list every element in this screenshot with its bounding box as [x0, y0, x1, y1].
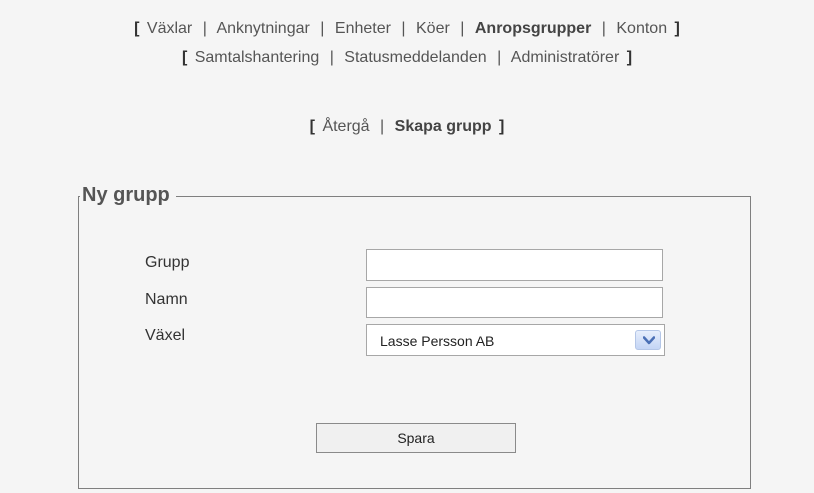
nav-separator: | — [202, 20, 207, 37]
nav-link-samtalshantering[interactable]: Samtalshantering — [195, 49, 320, 66]
subnav-close-bracket: ] — [499, 118, 505, 135]
grupp-input[interactable] — [366, 249, 663, 281]
vaxel-select-value: Lasse Persson AB — [380, 333, 495, 349]
save-button[interactable]: Spara — [316, 423, 516, 453]
nav-link-anknytningar[interactable]: Anknytningar — [216, 20, 309, 37]
nav-link-koer[interactable]: Köer — [416, 20, 450, 37]
subnav-open-bracket: [ — [309, 118, 315, 135]
dropdown-arrow-button[interactable] — [635, 330, 661, 350]
nav-separator: | — [497, 49, 502, 66]
nav-link-statusmeddelanden[interactable]: Statusmeddelanden — [344, 49, 486, 66]
sub-nav: [ Återgå | Skapa grupp ] — [0, 117, 814, 137]
nav-separator: | — [601, 20, 606, 37]
panel-legend: Ny grupp — [80, 182, 176, 208]
nav-open-bracket: [ — [181, 49, 188, 66]
main-nav-row-2: [ Samtalshantering | Statusmeddelanden |… — [0, 48, 814, 68]
nav-link-konton[interactable]: Konton — [616, 20, 667, 37]
nav-open-bracket: [ — [134, 20, 140, 37]
create-group-link[interactable]: Skapa grupp — [395, 118, 492, 135]
vaxel-label: Växel — [145, 327, 186, 344]
subnav-separator: | — [380, 118, 385, 135]
chevron-down-icon — [643, 336, 655, 345]
vaxel-select[interactable]: Lasse Persson AB — [366, 324, 665, 356]
nav-link-administratorer[interactable]: Administratörer — [511, 49, 619, 66]
back-link[interactable]: Återgå — [322, 118, 369, 135]
nav-link-anropsgrupper[interactable]: Anropsgrupper — [475, 20, 591, 37]
grupp-label: Grupp — [145, 254, 190, 271]
nav-link-vaxlar[interactable]: Växlar — [147, 20, 192, 37]
nav-separator: | — [329, 49, 334, 66]
namn-input[interactable] — [366, 287, 663, 318]
nav-separator: | — [401, 20, 406, 37]
namn-label: Namn — [145, 291, 188, 308]
main-nav-row-1: [ Växlar | Anknytningar | Enheter | Köer… — [0, 19, 814, 39]
nav-separator: | — [460, 20, 465, 37]
nav-separator: | — [320, 20, 325, 37]
nav-close-bracket: ] — [626, 49, 633, 66]
nav-link-enheter[interactable]: Enheter — [335, 20, 391, 37]
nav-close-bracket: ] — [674, 20, 680, 37]
